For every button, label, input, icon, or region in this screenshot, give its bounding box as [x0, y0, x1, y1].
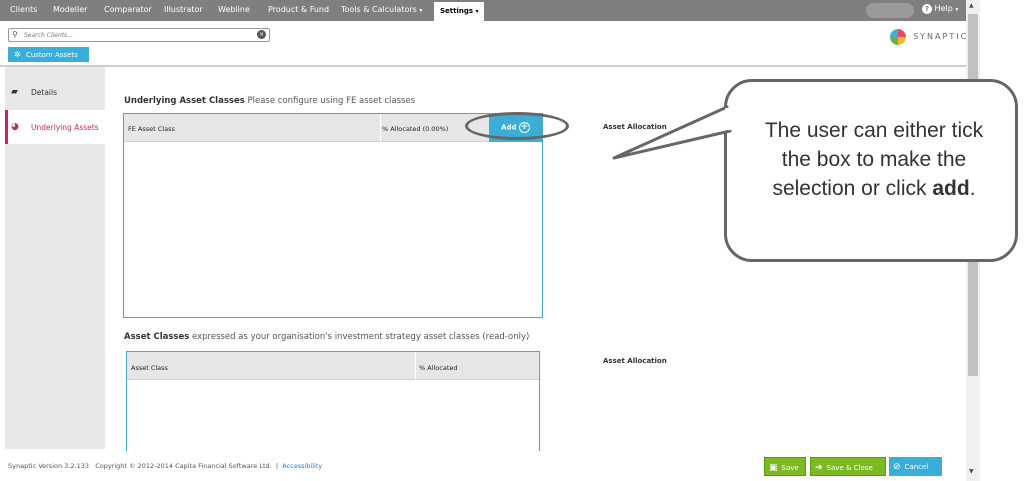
brand-name: SYNAPTIC: [913, 32, 969, 41]
chevron-down-icon: ▾: [475, 8, 479, 15]
underlying-asset-table: FE Asset Class % Allocated (0.00%): [123, 113, 543, 318]
app-window: Clients Modeller Comparator Illustrator …: [0, 0, 1024, 481]
callout-bubble: The user can either tick the box to make…: [724, 79, 1018, 262]
clear-search-icon[interactable]: ×: [257, 30, 266, 39]
help-label: Help: [934, 4, 953, 13]
col-allocated: % Allocated: [419, 364, 458, 372]
save-button[interactable]: ▣ Save: [764, 457, 806, 476]
search-clients-box: ⚲ ×: [8, 28, 270, 42]
nav-settings[interactable]: Settings ▾: [434, 2, 484, 21]
nav-clients[interactable]: Clients: [10, 5, 37, 14]
asset-classes-table-header: Asset Class % Allocated: [127, 352, 539, 380]
synaptic-logo-icon: [890, 28, 906, 45]
brand-logo: SYNAPTIC: [890, 26, 968, 45]
callout-text: The user can either tick the box to make…: [755, 116, 993, 203]
save-label: Save: [781, 464, 799, 472]
asset-classes-section-title: Asset Classes expressed as your organisa…: [124, 332, 529, 342]
footer-copyright: Copyright © 2012-2014 Capita Financial S…: [95, 462, 272, 470]
briefcase-icon: ▰: [11, 87, 18, 97]
cancel-circle-icon: ⊘: [893, 462, 901, 472]
footer-version: Synaptic Version 3.2.133: [8, 462, 89, 470]
help-icon: ?: [922, 4, 932, 14]
scroll-up-arrow-icon[interactable]: ▲: [969, 2, 974, 9]
underlying-title-rest: Please configure using FE asset classes: [247, 96, 416, 106]
nav-comparator[interactable]: Comparator: [104, 5, 152, 14]
nav-tools-label: Tools & Calculators: [341, 5, 417, 14]
pie-chart-icon: ◕: [11, 122, 19, 132]
chevron-down-icon: ▾: [419, 7, 423, 14]
sidebar-item-details[interactable]: ▰ Details: [5, 75, 105, 109]
save-close-label: Save & Close: [826, 464, 873, 472]
sidebar-item-underlying-assets[interactable]: ◕ Underlying Assets: [5, 110, 105, 144]
user-menu-pill[interactable]: [866, 3, 914, 18]
scroll-down-arrow-icon[interactable]: ▼: [969, 468, 974, 475]
asset-classes-title-rest: expressed as your organisation's investm…: [192, 332, 530, 342]
nav-settings-label: Settings: [440, 7, 474, 15]
callout-text-end: .: [969, 177, 976, 200]
accessibility-link[interactable]: Accessibility: [282, 462, 322, 470]
underlying-title-bold: Underlying Asset Classes: [124, 96, 245, 106]
asset-classes-table: Asset Class % Allocated: [126, 351, 540, 451]
cancel-label: Cancel: [904, 463, 929, 471]
col-fe-asset-class: FE Asset Class: [128, 125, 175, 133]
col-asset-class: Asset Class: [131, 364, 168, 372]
nav-tools-calculators[interactable]: Tools & Calculators ▾: [341, 5, 422, 14]
chevron-down-icon: ▾: [955, 6, 959, 13]
arrow-right-icon: ➔: [815, 463, 823, 473]
highlight-ring: [465, 112, 569, 140]
help-menu[interactable]: ? Help ▾: [922, 4, 958, 14]
column-separator: [380, 114, 381, 142]
search-icon: ⚲: [12, 30, 18, 39]
footer-separator: |: [275, 462, 279, 470]
callout-text-bold: add: [932, 177, 970, 200]
gear-icon: ✲: [14, 50, 21, 59]
header-divider: [0, 65, 966, 67]
nav-webline[interactable]: Webline: [218, 5, 250, 14]
asset-classes-title-bold: Asset Classes: [124, 332, 190, 342]
asset-classes-allocation-title: Asset Allocation: [603, 357, 667, 365]
nav-illustrator[interactable]: Illustrator: [164, 5, 203, 14]
underlying-asset-allocation-title: Asset Allocation: [603, 123, 667, 131]
custom-assets-label: Custom Assets: [25, 51, 78, 59]
search-clients-input[interactable]: [24, 30, 254, 40]
sidebar: ▰ Details ◕ Underlying Assets: [5, 67, 105, 449]
column-separator: [415, 352, 416, 380]
custom-assets-button[interactable]: ✲ Custom Assets: [8, 47, 89, 62]
col-percent-allocated: % Allocated (0.00%): [382, 125, 449, 133]
nav-product-fund[interactable]: Product & Fund: [268, 5, 329, 14]
cancel-button[interactable]: ⊘ Cancel: [889, 457, 942, 476]
sidebar-item-label: Underlying Assets: [31, 123, 99, 132]
footer: Synaptic Version 3.2.133 Copyright © 201…: [8, 462, 322, 470]
save-close-button[interactable]: ➔ Save & Close: [810, 457, 886, 476]
top-nav-bar: Clients Modeller Comparator Illustrator …: [0, 0, 966, 21]
underlying-section-title: Underlying Asset Classes Please configur…: [124, 96, 415, 106]
save-disk-icon: ▣: [769, 463, 778, 473]
nav-modeller[interactable]: Modeller: [53, 5, 87, 14]
sidebar-item-label: Details: [31, 88, 58, 97]
